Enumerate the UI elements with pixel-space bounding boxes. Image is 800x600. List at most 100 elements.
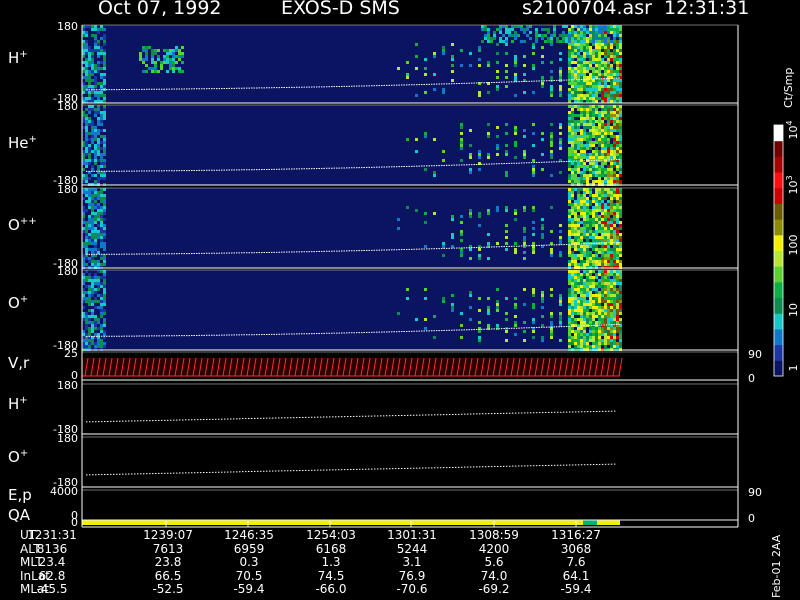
spectrogram-cell <box>601 79 604 82</box>
spectrogram-cell <box>496 153 499 156</box>
spectrogram-cell <box>94 49 97 52</box>
spectrogram-cell <box>145 58 148 61</box>
spectrogram-cell <box>595 227 598 230</box>
spectrogram-cell <box>610 312 613 315</box>
spectrogram-cell <box>97 203 100 206</box>
spectrogram-cell <box>616 108 619 111</box>
spectrogram-cell <box>88 203 91 206</box>
spectrogram-cell <box>550 230 553 233</box>
spectrogram-cell <box>610 40 613 43</box>
spectrogram-cell <box>100 306 103 309</box>
spectrogram-cell <box>514 94 517 97</box>
spectrogram-cell <box>478 64 481 67</box>
spectrogram-cell <box>604 336 607 339</box>
spectrogram-cell <box>589 212 592 215</box>
spectrogram-cell <box>181 55 184 58</box>
spectrogram-cell <box>571 61 574 64</box>
spectrogram-cell <box>589 345 592 348</box>
spectrogram-cell <box>97 230 100 233</box>
colorbar-segment <box>774 140 783 157</box>
spectrogram-cell <box>97 64 100 67</box>
spectrogram-cell <box>601 209 604 212</box>
spectrogram-cell <box>586 236 589 239</box>
spectrogram-cell <box>571 209 574 212</box>
spectrogram-cell <box>94 147 97 150</box>
spectrogram-cell <box>613 85 616 88</box>
spectrogram-cell <box>586 312 589 315</box>
spectrogram-cell <box>589 276 592 279</box>
spectrogram-cell <box>619 321 622 324</box>
spectrogram-cell <box>493 37 496 40</box>
spectrogram-cell <box>487 61 490 64</box>
spectrogram-cell <box>619 282 622 285</box>
spectrogram-cell <box>619 82 622 85</box>
spectrogram-cell <box>595 312 598 315</box>
spectrogram-cell <box>604 153 607 156</box>
spectrogram-cell <box>514 132 517 135</box>
spectrogram-cell <box>589 25 592 28</box>
spectrogram-cell <box>91 85 94 88</box>
table-cell: 1239:07 <box>143 528 193 542</box>
spectrogram-cell <box>85 194 88 197</box>
spectrogram-cell <box>604 227 607 230</box>
spectrogram-cell <box>574 209 577 212</box>
spectrogram-cell <box>559 40 562 43</box>
spectrogram-cell <box>496 147 499 150</box>
spectrogram-cell <box>565 34 568 37</box>
spectrogram-cell <box>451 294 454 297</box>
spectrogram-cell <box>619 270 622 273</box>
spectrogram-cell <box>97 177 100 180</box>
spectrogram-cell <box>166 70 169 73</box>
panel-label: V,r <box>8 354 30 372</box>
spectrogram-cell <box>616 197 619 200</box>
spectrogram-cell <box>607 227 610 230</box>
spectrogram-cell <box>613 105 616 108</box>
spectrogram-cell <box>583 282 586 285</box>
spectrogram-cell <box>586 132 589 135</box>
spectrogram-cell <box>610 91 613 94</box>
spectrogram-cell <box>505 206 508 209</box>
spectrogram-cell <box>598 120 601 123</box>
spectrogram-cell <box>592 239 595 242</box>
spectrogram-cell <box>586 49 589 52</box>
spectrogram-cell <box>595 342 598 345</box>
spectrogram-cell <box>97 132 100 135</box>
spectrogram-cell <box>568 34 571 37</box>
spectrogram-cell <box>85 180 88 183</box>
spectrogram-cell <box>595 203 598 206</box>
spectrogram-cell <box>619 114 622 117</box>
spectrogram-cell <box>85 43 88 46</box>
spectrogram-cell <box>592 165 595 168</box>
spectrogram-cell <box>514 218 517 221</box>
spectrogram-cell <box>595 52 598 55</box>
spectrogram-cell <box>103 236 106 239</box>
spectrogram-cell <box>619 327 622 330</box>
spectrogram-cell <box>169 61 172 64</box>
spectrogram-cell <box>574 25 577 28</box>
spectrogram-cell <box>547 40 550 43</box>
spectrogram-cell <box>574 168 577 171</box>
spectrogram-cell <box>550 43 553 46</box>
spectrogram-cell <box>460 49 463 52</box>
spectrogram-cell <box>568 67 571 70</box>
spectrogram-cell <box>478 156 481 159</box>
spectrogram-cell <box>604 191 607 194</box>
spectrogram-background <box>82 105 620 185</box>
spectrogram-cell <box>616 327 619 330</box>
spectrogram-cell <box>595 70 598 73</box>
spectrogram-cell <box>583 312 586 315</box>
spectrogram-cell <box>583 162 586 165</box>
spectrogram-cell <box>91 279 94 282</box>
spectrogram-cell <box>103 55 106 58</box>
spectrogram-cell <box>532 294 535 297</box>
spectrogram-cell <box>88 25 91 28</box>
spectrogram-cell <box>613 312 616 315</box>
spectrogram-cell <box>577 236 580 239</box>
spectrogram-cell <box>604 85 607 88</box>
spectrogram-cell <box>601 97 604 100</box>
spectrogram-cell <box>571 239 574 242</box>
spectrogram-cell <box>433 171 436 174</box>
spectrogram-cell <box>598 257 601 260</box>
spectrogram-cell <box>589 76 592 79</box>
spectrogram-cell <box>601 174 604 177</box>
